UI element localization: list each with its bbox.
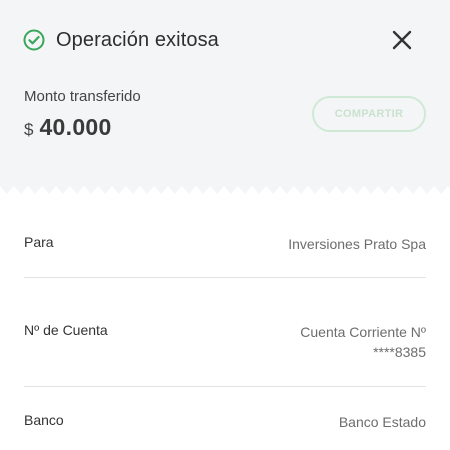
header: Operación exitosa [22,24,428,56]
account-type: Cuenta Corriente Nº [300,324,426,340]
check-circle-icon [23,29,45,51]
detail-row-banco: Banco Banco Estado [24,412,426,432]
detail-label: Para [24,234,54,250]
detail-label: Banco [24,412,64,428]
detail-value: Banco Estado [338,414,426,430]
detail-row-para: Para Inversiones Prato Spa [24,234,426,254]
share-button[interactable]: COMPARTIR [312,96,426,132]
page-title: Operación exitosa [56,28,219,51]
divider [24,277,426,278]
detail-label: Nº de Cuenta [24,322,108,338]
detail-value: Inversiones Prato Spa [288,236,426,252]
close-icon[interactable] [388,26,416,54]
divider [24,386,426,387]
currency-symbol: $ [24,120,34,139]
amount-value: 40.000 [39,114,112,140]
detail-value: Cuenta Corriente Nº ****8385 [300,322,426,362]
zigzag-edge [0,186,450,200]
amount: $ 40.000 [24,114,112,141]
account-number: ****8385 [373,344,426,360]
detail-row-cuenta: Nº de Cuenta Cuenta Corriente Nº ****838… [24,322,426,362]
amount-label: Monto transferido [24,88,141,105]
